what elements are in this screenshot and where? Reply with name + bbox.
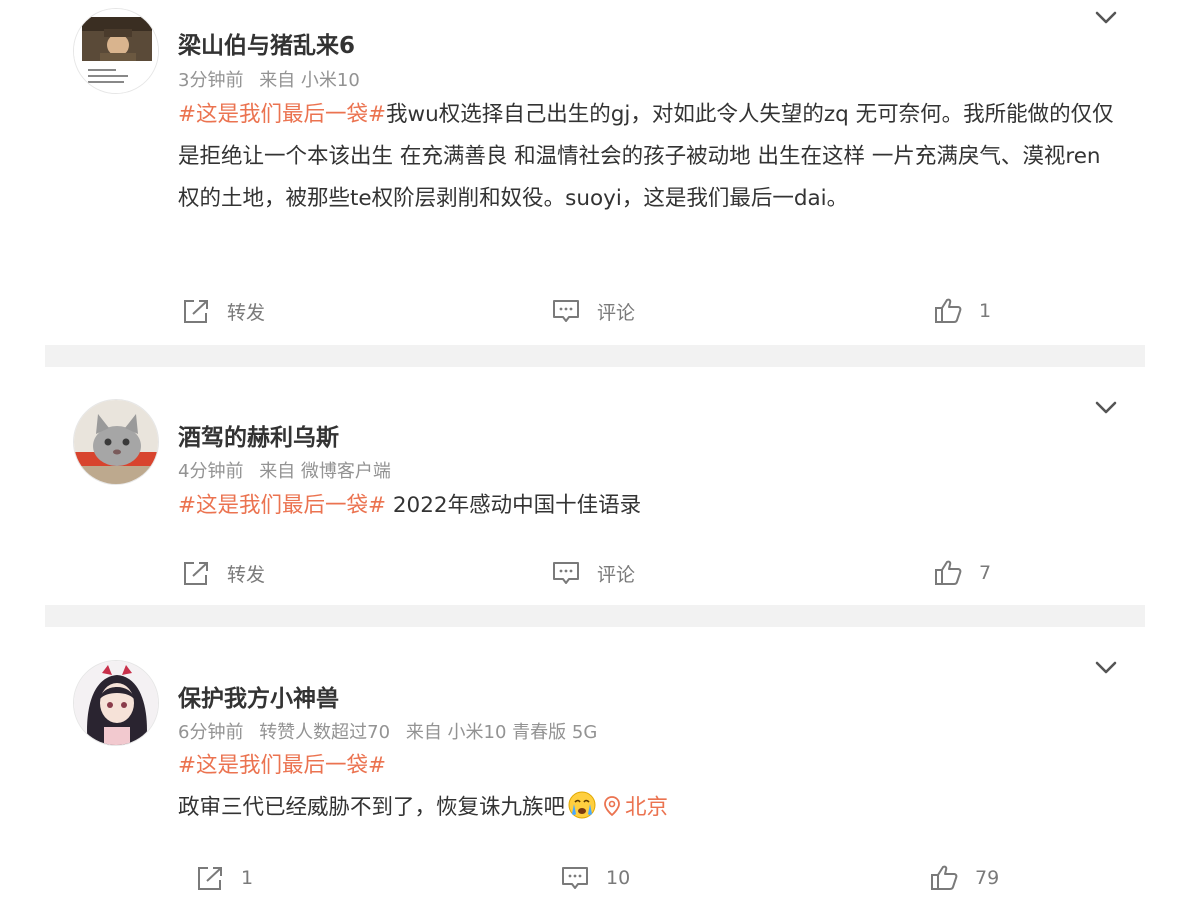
source: 来自 小米10 青春版 5G: [405, 722, 598, 743]
thumbs-up-icon: [935, 560, 962, 585]
chevron-down-icon[interactable]: [1093, 654, 1119, 680]
comment-count: 10: [606, 867, 631, 889]
repost-label: 转发: [227, 301, 266, 324]
crying-face-emoji: [567, 790, 597, 820]
post-content: #这是我们最后一袋#我wu权选择自己出生的gj，对如此令人失望的zq 无可奈何。…: [178, 94, 1123, 220]
weibo-comment-feed: 梁山伯与猪乱来6 3分钟前 来自 小米10 #这是我们最后一袋#我wu权选择自己…: [45, 0, 1145, 908]
post-card: 酒驾的赫利乌斯 4分钟前 来自 微博客户端 #这是我们最后一袋# 2022年感动…: [45, 367, 1145, 605]
post-text: 政审三代已经威胁不到了，恢复诛九族吧: [178, 795, 566, 820]
comment-button[interactable]: 评论: [551, 291, 635, 331]
username[interactable]: 梁山伯与猪乱来6: [178, 26, 355, 60]
comment-button[interactable]: 10: [560, 858, 630, 898]
like-button[interactable]: 7: [933, 553, 991, 593]
hashtag-link[interactable]: #这是我们最后一袋#: [178, 753, 386, 778]
source: 来自 微博客户端: [259, 461, 391, 482]
thumbs-up-icon: [935, 298, 962, 323]
post-content: #这是我们最后一袋# 2022年感动中国十佳语录: [178, 485, 1123, 527]
comment-icon: [562, 867, 588, 889]
post-meta: 4分钟前 来自 微博客户端: [178, 457, 401, 483]
popularity-badge: 转赞人数超过70: [259, 722, 391, 743]
action-bar: 转发 评论 7: [45, 553, 1145, 593]
like-count: 7: [979, 562, 992, 584]
action-bar: 1 10 79: [45, 858, 1145, 898]
post-card: 梁山伯与猪乱来6 3分钟前 来自 小米10 #这是我们最后一袋#我wu权选择自己…: [45, 0, 1145, 345]
share-icon: [198, 867, 222, 890]
post-card: 保护我方小神兽 6分钟前 转赞人数超过70 来自 小米10 青春版 5G #这是…: [45, 627, 1145, 908]
avatar[interactable]: [73, 399, 159, 485]
thumbs-up-icon: [931, 865, 958, 890]
share-icon: [184, 300, 208, 323]
like-count: 1: [979, 300, 992, 322]
share-icon: [184, 562, 208, 585]
avatar[interactable]: [73, 660, 159, 746]
location-label: 北京: [625, 795, 669, 820]
comment-button[interactable]: 评论: [551, 553, 635, 593]
post-text: 2022年感动中国十佳语录: [386, 493, 642, 518]
avatar[interactable]: [73, 8, 159, 94]
timestamp: 6分钟前: [178, 722, 244, 743]
source: 来自 小米10: [259, 70, 360, 91]
repost-label: 转发: [227, 563, 266, 586]
like-count: 79: [975, 867, 1000, 889]
timestamp: 3分钟前: [178, 70, 244, 91]
hashtag-link[interactable]: #这是我们最后一袋#: [178, 493, 386, 518]
repost-button[interactable]: 1: [195, 858, 253, 898]
username[interactable]: 酒驾的赫利乌斯: [178, 418, 339, 452]
timestamp: 4分钟前: [178, 461, 244, 482]
repost-button[interactable]: 转发: [181, 291, 265, 331]
username[interactable]: 保护我方小神兽: [178, 679, 339, 713]
repost-button[interactable]: 转发: [181, 553, 265, 593]
chevron-down-icon[interactable]: [1093, 4, 1119, 30]
like-button[interactable]: 1: [933, 291, 991, 331]
like-button[interactable]: 79: [929, 858, 999, 898]
location-pin-icon: [604, 796, 620, 817]
post-content: #这是我们最后一袋# 政审三代已经威胁不到了，恢复诛九族吧 北京: [178, 745, 1123, 829]
post-meta: 3分钟前 来自 小米10: [178, 66, 370, 92]
hashtag-link[interactable]: #这是我们最后一袋#: [178, 102, 386, 127]
comment-label: 评论: [597, 301, 636, 324]
post-meta: 6分钟前 转赞人数超过70 来自 小米10 青春版 5G: [178, 718, 607, 744]
chevron-down-icon[interactable]: [1093, 394, 1119, 420]
action-bar: 转发 评论 1: [45, 291, 1145, 331]
comment-icon: [553, 300, 579, 322]
repost-count: 1: [241, 867, 254, 889]
comment-icon: [553, 562, 579, 584]
location-tag[interactable]: 北京: [603, 795, 668, 820]
comment-label: 评论: [597, 563, 636, 586]
